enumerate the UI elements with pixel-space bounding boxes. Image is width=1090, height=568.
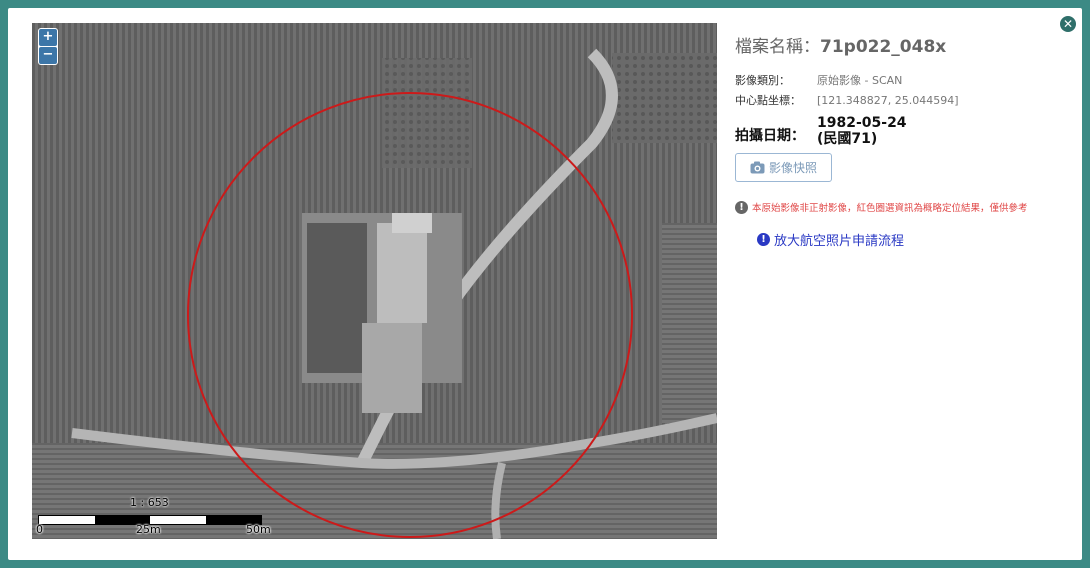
scale-label-end: 50m xyxy=(246,523,271,536)
scale-label-start: 0 xyxy=(36,523,43,536)
apply-link-text: 放大航空照片申請流程 xyxy=(774,234,905,249)
meta-row-type: 影像類別： 原始影像 - SCAN xyxy=(735,71,1075,91)
scale-ratio: 1 : 653 xyxy=(130,496,169,509)
meta-value: 原始影像 - SCAN xyxy=(817,74,903,87)
meta-list: 影像類別： 原始影像 - SCAN 中心點坐標： [121.348827, 25.0… xyxy=(735,71,1075,111)
scale-label-mid: 25m xyxy=(136,523,161,536)
snapshot-button[interactable]: 影像快照 xyxy=(735,153,833,182)
zoom-out-button[interactable]: − xyxy=(39,47,57,64)
meta-value: [121.348827, 25.044594] xyxy=(817,94,959,107)
aerial-photo-map[interactable]: + − 1 : 653 0 25m 50m xyxy=(32,23,717,539)
scale-bar: 1 : 653 0 25m 50m xyxy=(36,493,278,536)
meta-key: 影像類別： xyxy=(735,74,790,87)
file-title-label: 檔案名稱： xyxy=(735,37,820,57)
date-label: 拍攝日期： xyxy=(735,128,805,144)
zoom-in-button[interactable]: + xyxy=(39,29,57,46)
snapshot-button-label: 影像快照 xyxy=(769,161,818,175)
date-roc: (民國71) xyxy=(817,131,878,147)
date-row: 拍攝日期： 1982-05-24 (民國71) xyxy=(735,115,1075,147)
info-panel: 檔案名稱：71p022_048x 影像類別： 原始影像 - SCAN 中心點坐標：… xyxy=(735,32,1075,249)
meta-key: 中心點坐標： xyxy=(735,94,801,107)
warning-note: ! 本原始影像非正射影像，紅色圈選資訊為概略定位結果，僅供參考 xyxy=(735,200,1075,214)
exclamation-icon: ! xyxy=(735,200,748,214)
apply-process-link[interactable]: ! 放大航空照片申請流程 xyxy=(757,230,1075,249)
camera-icon xyxy=(750,161,765,174)
dialog-frame: + − 1 : 653 0 25m 50m ✕ 檔案名稱：71p022_048x… xyxy=(8,8,1082,560)
warning-text: 本原始影像非正射影像，紅色圈選資訊為概略定位結果，僅供參考 xyxy=(752,203,1028,214)
file-title: 檔案名稱：71p022_048x xyxy=(735,32,1075,57)
info-icon: ! xyxy=(757,233,770,246)
aerial-photo xyxy=(32,23,717,539)
date-value: 1982-05-24 xyxy=(817,115,907,131)
zoom-control: + − xyxy=(38,28,58,65)
meta-row-center: 中心點坐標： [121.348827, 25.044594] xyxy=(735,91,1075,111)
file-title-value: 71p022_048x xyxy=(820,37,947,57)
date-values: 1982-05-24 (民國71) xyxy=(817,115,907,147)
close-icon[interactable]: ✕ xyxy=(1060,16,1076,32)
